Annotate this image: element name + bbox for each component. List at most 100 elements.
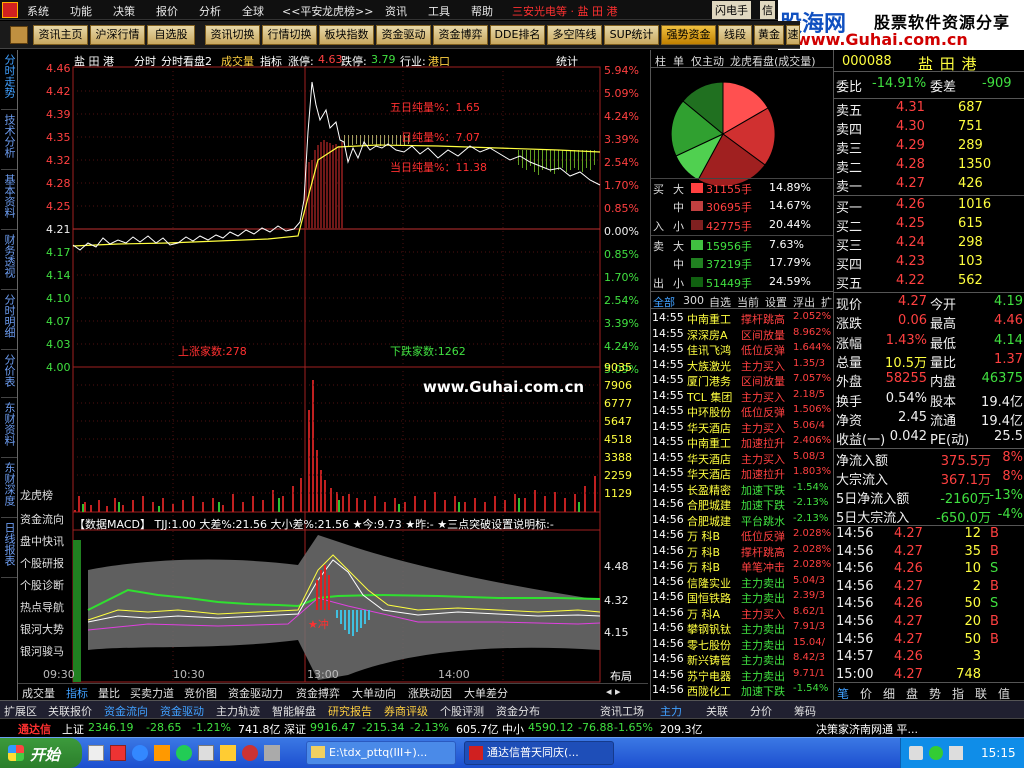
fb-fund-flow[interactable]: 资金流向 [104, 703, 148, 719]
quicklaunch-icon-3[interactable] [132, 745, 148, 761]
toolbar-strong-funds[interactable]: 强势资金 [661, 25, 716, 45]
tab-fund-drive-force[interactable]: 资金驱动力 [228, 685, 283, 701]
toolbar-quote-switch[interactable]: 行情切换 [262, 25, 317, 45]
tray-icon-1[interactable] [909, 746, 923, 760]
tab-buy-sell-force[interactable]: 买卖力道 [130, 685, 174, 701]
fb-info-workshop[interactable]: 资讯工场 [600, 703, 644, 719]
fb-related[interactable]: 关联 [706, 703, 728, 719]
alert-row[interactable]: 14:56 合肥城建 加速下跌 -2.13% [651, 496, 833, 512]
alert-row[interactable]: 14:55 大族激光 主力买入 1.35/3 [651, 357, 833, 373]
flash-trade-button[interactable]: 闪电手 [712, 1, 751, 19]
list-tab-float[interactable]: 浮出 [793, 294, 815, 310]
sell-order-row[interactable]: 卖四 4.30 751 [834, 118, 1024, 138]
toolbar-news-switch[interactable]: 资讯切换 [205, 25, 260, 45]
broker-server[interactable]: 决策家济南网通 平... [816, 721, 918, 737]
quicklaunch-icon-5[interactable] [176, 745, 192, 761]
sell-order-row[interactable]: 卖五 4.31 687 [834, 99, 1024, 119]
alert-row[interactable]: 14:56 攀钢钒钛 主力卖出 7.91/3 [651, 620, 833, 636]
zx-label[interactable]: 中小 [502, 721, 524, 737]
fb-broker-rating[interactable]: 券商评级 [384, 703, 428, 719]
quicklaunch-icon-1[interactable] [88, 745, 104, 761]
mid-tab-bar[interactable]: 柱 [655, 53, 666, 69]
quicklaunch-icon-4[interactable] [154, 745, 170, 761]
toolbar-news-home[interactable]: 资讯主页 [33, 25, 88, 45]
tab-east-data[interactable]: 东财资料 [1, 402, 17, 458]
tab-auction[interactable]: 竞价图 [184, 685, 217, 701]
toolbar-gold[interactable]: 黄金 [754, 25, 784, 45]
alert-row[interactable]: 14:55 厦门港务 区间放量 7.057% [651, 372, 833, 388]
taskbar-window-1[interactable]: E:\tdx_pttq(III+)... [306, 741, 456, 765]
toolbar-fund-game[interactable]: 资金博弈 [433, 25, 488, 45]
quicklaunch-icon-9[interactable] [264, 745, 280, 761]
alert-row[interactable]: 14:56 西陇化工 加速下跌 -1.54% [651, 682, 833, 698]
toolbar-fund-drive[interactable]: 资金驱动 [376, 25, 431, 45]
menu-tools[interactable]: 工具 [428, 3, 450, 19]
alert-row[interactable]: 14:56 万 科B 低位反弹 2.028% [651, 527, 833, 543]
fb-smart-analysis[interactable]: 智能解盘 [272, 703, 316, 719]
layout-button[interactable]: 布局 [610, 668, 632, 684]
alert-row[interactable]: 14:55 长盈精密 加速下跌 -1.54% [651, 481, 833, 497]
alert-row[interactable]: 14:55 中南重工 加速拉升 2.406% [651, 434, 833, 450]
tab-technical[interactable]: 技术分析 [1, 114, 17, 170]
alert-row[interactable]: 14:56 合肥城建 平台跳水 -2.13% [651, 512, 833, 528]
alert-row[interactable]: 14:56 苏宁电器 主力卖出 9.71/1 [651, 667, 833, 683]
quicklaunch-icon-7[interactable] [220, 745, 236, 761]
side-hot-nav[interactable]: 热点导航 [20, 599, 64, 615]
alert-row[interactable]: 14:56 国恒铁路 主力卖出 2.39/3 [651, 589, 833, 605]
side-flash-news[interactable]: 盘中快讯 [20, 533, 64, 549]
toolbar-long-short[interactable]: 多空阵线 [547, 25, 602, 45]
side-stock-diagnose[interactable]: 个股诊断 [20, 577, 64, 593]
buy-order-row[interactable]: 买一 4.26 1016 [834, 196, 1024, 216]
menu-function[interactable]: 功能 [70, 3, 92, 19]
fb-linked-quote[interactable]: 关联报价 [48, 703, 92, 719]
fb-research[interactable]: 研究报告 [328, 703, 372, 719]
sell-order-row[interactable]: 卖三 4.29 289 [834, 137, 1024, 157]
taskbar-window-2[interactable]: 通达信普天同庆(... [464, 741, 614, 765]
alert-row[interactable]: 14:56 万 科A 主力买入 8.62/1 [651, 605, 833, 621]
menu-news[interactable]: 资讯 [385, 3, 407, 19]
tab-fund-game[interactable]: 资金搏弈 [296, 685, 340, 701]
toolbar-handle-icon[interactable] [10, 26, 28, 44]
fb-main-track[interactable]: 主力轨迹 [216, 703, 260, 719]
tab-volume-ratio[interactable]: 量比 [98, 685, 120, 701]
tab-indicator[interactable]: 指标 [66, 685, 88, 701]
menu-global[interactable]: 全球 [242, 3, 264, 19]
tab-basic-info[interactable]: 基本资料 [1, 174, 17, 230]
alert-row[interactable]: 14:55 中南重工 撑杆跳高 2.052% [651, 310, 833, 326]
scroll-arrows[interactable]: ◂ ▸ [606, 685, 621, 698]
menu-dragon-tiger[interactable]: 龙虎榜>> [322, 3, 373, 19]
tab-price-cause[interactable]: 涨跌动因 [408, 685, 452, 701]
sell-order-row[interactable]: 卖二 4.28 1350 [834, 156, 1024, 176]
toolbar-fast[interactable]: 速 [786, 25, 800, 45]
toolbar-dde-rank[interactable]: DDE排名 [490, 25, 545, 45]
alert-row[interactable]: 14:56 新兴铸管 主力卖出 8.42/3 [651, 651, 833, 667]
fb-fund-distribution[interactable]: 资金分布 [496, 703, 540, 719]
alert-row[interactable]: 14:55 TCL 集团 主力买入 2.18/5 [651, 388, 833, 404]
fb-fund-drive[interactable]: 资金驱动 [160, 703, 204, 719]
intraday-chart-area[interactable]: 盐 田 港 分时 分时看盘2 成交量 指标 涨停: 4.63 跌停: 3.79 … [18, 50, 648, 700]
sz-label[interactable]: 深证 [284, 721, 306, 737]
alert-row[interactable]: 14:56 零七股份 主力卖出 15.04/ [651, 636, 833, 652]
alert-row[interactable]: 14:56 万 科B 撑杆跳高 2.028% [651, 543, 833, 559]
alert-row[interactable]: 14:56 信隆实业 主力卖出 5.04/3 [651, 574, 833, 590]
toolbar-sector-index[interactable]: 板块指数 [319, 25, 374, 45]
fb-price-dist[interactable]: 分价 [750, 703, 772, 719]
toolbar-sup-stats[interactable]: SUP统计 [604, 25, 659, 45]
menu-system[interactable]: 系统 [27, 3, 49, 19]
toolbar-watchlist[interactable]: 自选股 [147, 25, 195, 45]
menu-analysis[interactable]: 分析 [199, 3, 221, 19]
menu-pingan[interactable]: <<平安 [282, 3, 322, 19]
tab-price-table[interactable]: 分价表 [1, 354, 17, 398]
alert-row[interactable]: 14:55 华天酒店 主力买入 5.06/4 [651, 419, 833, 435]
tab-daily-report[interactable]: 日线报表 [1, 522, 17, 578]
alert-row[interactable]: 14:55 深深房A 区间放量 8.962% [651, 326, 833, 342]
list-tab-expand[interactable]: 扩 [821, 294, 832, 310]
side-galaxy-trend[interactable]: 银河大势 [20, 621, 64, 637]
fb-chips[interactable]: 筹码 [794, 703, 816, 719]
alert-row[interactable]: 14:55 华天酒店 加速拉升 1.803% [651, 465, 833, 481]
tab-financial[interactable]: 财务透视 [1, 234, 17, 290]
buy-order-row[interactable]: 买四 4.23 103 [834, 253, 1024, 273]
menu-help[interactable]: 帮助 [471, 3, 493, 19]
sh-label[interactable]: 上证 [62, 721, 84, 737]
buy-order-row[interactable]: 买五 4.22 562 [834, 272, 1024, 292]
